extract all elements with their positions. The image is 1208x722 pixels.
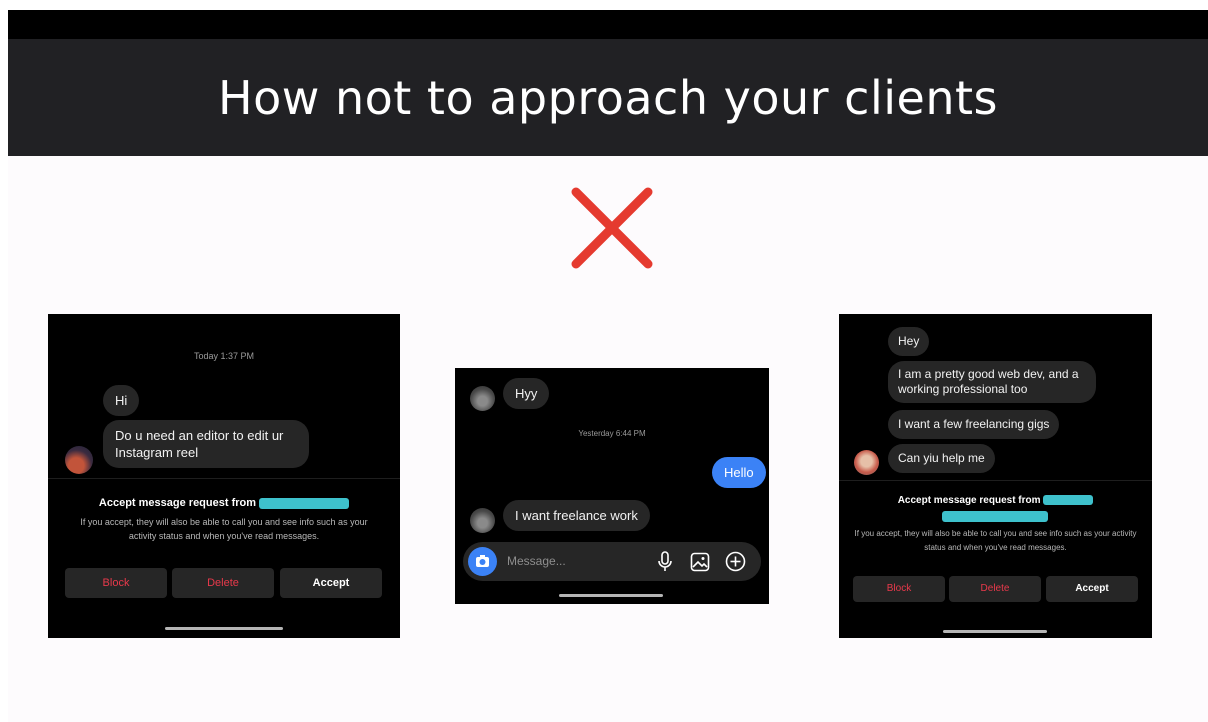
add-icon[interactable] [725, 551, 746, 572]
camera-icon [476, 555, 489, 567]
message-bubble: Hi [103, 385, 140, 416]
timestamp: Yesterday 6:44 PM [578, 429, 646, 438]
screenshot-right: Hey I am a pretty good web dev, and a wo… [839, 314, 1152, 638]
message-bubble: Can yiu help me [888, 444, 995, 473]
avatar [854, 450, 879, 475]
redacted-name [942, 511, 1048, 522]
microphone-icon[interactable] [656, 551, 674, 573]
slide-title: How not to approach your clients [218, 70, 998, 125]
request-title: Accept message request from [839, 495, 1152, 506]
request-title: Accept message request from [48, 497, 400, 509]
avatar [65, 446, 93, 474]
delete-button[interactable]: Delete [172, 568, 274, 598]
timestamp: Today 1:37 PM [193, 351, 255, 361]
request-body: If you accept, they will also be able to… [854, 529, 1137, 552]
avatar [470, 386, 495, 411]
accept-button[interactable]: Accept [1046, 576, 1138, 602]
message-bubble: I want a few freelancing gigs [888, 410, 1060, 439]
avatar [470, 508, 495, 533]
top-black-bar [8, 10, 1208, 39]
camera-button[interactable] [468, 547, 497, 576]
delete-button[interactable]: Delete [949, 576, 1041, 602]
message-bubble: I am a pretty good web dev, and a workin… [888, 361, 1096, 403]
screenshot-left: Today 1:37 PM Hi Do u need an editor to … [48, 314, 400, 638]
red-x-icon [571, 187, 653, 269]
block-button[interactable]: Block [853, 576, 945, 602]
message-bubble: I want freelance work [503, 500, 650, 531]
request-body: If you accept, they will also be able to… [80, 517, 368, 541]
gallery-icon[interactable] [690, 552, 710, 572]
message-bubble: Do u need an editor to edit ur Instagram… [103, 420, 309, 468]
message-input[interactable]: Message... [507, 554, 566, 568]
home-indicator [165, 627, 283, 630]
redacted-username [259, 497, 350, 509]
accept-button[interactable]: Accept [280, 568, 382, 598]
slide: How not to approach your clients Today 1… [8, 10, 1208, 722]
block-button[interactable]: Block [65, 568, 167, 598]
message-bubble: Hyy [503, 378, 550, 409]
home-indicator [559, 594, 663, 597]
sent-message-bubble: Hello [712, 457, 766, 488]
message-bubble: Hey [888, 327, 930, 356]
message-composer[interactable]: Message... [463, 542, 761, 581]
title-banner: How not to approach your clients [8, 39, 1208, 156]
screenshot-middle: Hyy Yesterday 6:44 PM Hello I want freel… [455, 368, 769, 604]
home-indicator [943, 630, 1047, 633]
redacted-username [1043, 495, 1094, 506]
